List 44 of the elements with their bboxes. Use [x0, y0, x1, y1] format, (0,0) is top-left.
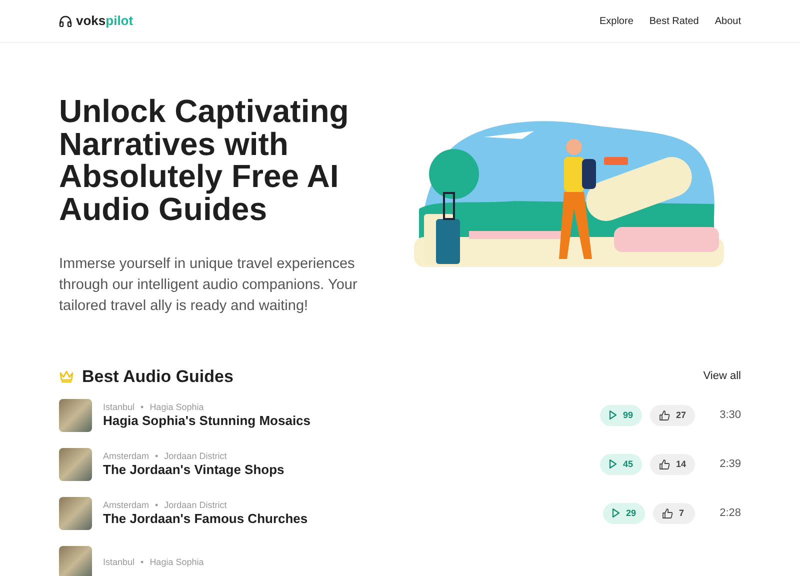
photo-placeholder: [59, 398, 92, 432]
like-count-button[interactable]: 14: [650, 454, 695, 475]
duration-text: 3:30: [718, 408, 741, 424]
headphones-icon: [59, 15, 72, 27]
play-count-button[interactable]: 99: [600, 404, 642, 426]
like-count-button[interactable]: 7: [653, 502, 695, 524]
duration-text: 2:39: [718, 457, 741, 472]
guide-title[interactable]: The Jordaan's Vintage Shops: [103, 462, 600, 480]
photo-placeholder: [59, 546, 92, 576]
hero-subtitle: Immerse yourself in unique travel experiences through our intelligent audio companions. Your tailored travel ally is ready and waiting!: [59, 254, 358, 316]
guide-city: Amsterdam: [103, 450, 150, 462]
guide-city: Istanbul: [103, 400, 135, 414]
separator-dot: •: [155, 450, 158, 462]
nav-link[interactable]: About: [714, 14, 741, 28]
nav-link[interactable]: Explore: [599, 14, 634, 28]
view-all-link[interactable]: View all: [703, 368, 741, 385]
thumbs-up-icon: [662, 508, 673, 519]
play-icon: [612, 508, 620, 518]
guide-place: Hagia Sophia: [150, 556, 204, 569]
guide-title[interactable]: The Jordaan's Famous Churches: [103, 511, 603, 528]
play-count-button[interactable]: 45: [600, 454, 642, 475]
guide-place: Jordaan District: [164, 450, 227, 462]
nav-link[interactable]: Best Rated: [649, 14, 699, 28]
section-title: Best Audio Guides: [82, 366, 234, 387]
separator-dot: •: [155, 498, 158, 512]
like-count-button[interactable]: 27: [650, 404, 695, 426]
thumbs-up-icon: [658, 410, 670, 421]
thumbs-up-icon: [658, 458, 670, 470]
photo-placeholder: [59, 496, 92, 530]
play-icon: [608, 459, 617, 470]
separator-dot: •: [140, 556, 144, 569]
guide-city: Amsterdam: [103, 498, 150, 512]
hero-title: Unlock Captivating Narratives with Absolutely Free AI Audio Guides: [59, 95, 350, 226]
guide-city: Istanbul: [103, 556, 135, 569]
guide-place: Hagia Sophia: [150, 400, 204, 414]
brand-logo-text[interactable]: vokspilot: [76, 11, 134, 31]
play-icon: [608, 410, 617, 420]
guide-place: Jordaan District: [164, 498, 227, 512]
guide-title[interactable]: Hagia Sophia's Stunning Mosaics: [103, 413, 600, 430]
play-count-button[interactable]: 29: [602, 502, 645, 524]
crown-icon: [59, 370, 74, 384]
separator-dot: •: [140, 400, 144, 414]
duration-text: 2:28: [718, 506, 741, 522]
photo-placeholder: [59, 448, 92, 481]
